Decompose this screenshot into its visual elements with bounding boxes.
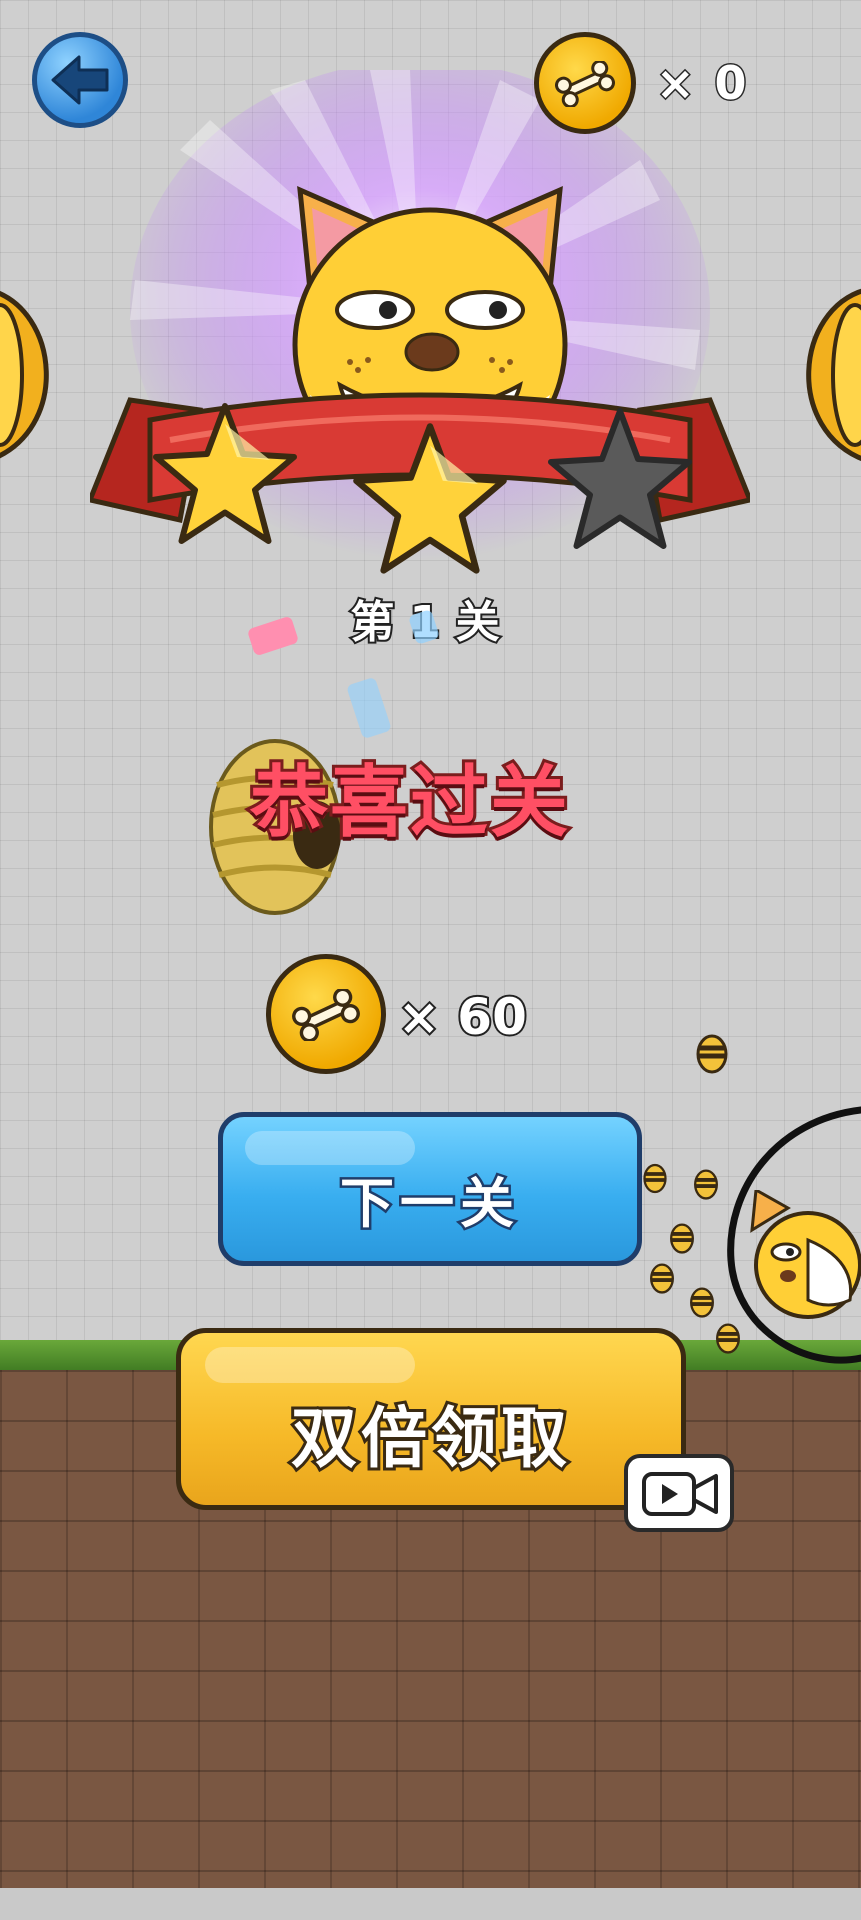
bottom-floor-strip xyxy=(0,1888,861,1920)
confetti-piece xyxy=(346,676,392,740)
bee-icon xyxy=(650,1263,674,1294)
bone-coin-icon xyxy=(534,32,636,134)
bone-coin-icon xyxy=(266,954,386,1074)
bee-icon xyxy=(696,1034,728,1074)
congrats-title: 恭喜过关 xyxy=(247,755,571,851)
double-reward-button[interactable]: 双倍领取 xyxy=(176,1328,686,1510)
coin-count-label: × 0 xyxy=(655,55,749,112)
star-filled-1 xyxy=(153,403,297,544)
right-horn-decoration xyxy=(806,288,861,461)
bee-icon xyxy=(643,1163,667,1194)
button-shine xyxy=(205,1347,415,1383)
video-camera-icon xyxy=(642,1472,718,1516)
double-reward-label: 双倍领取 xyxy=(288,1397,571,1480)
arrow-left-icon xyxy=(51,55,109,105)
star-filled-2 xyxy=(353,423,507,574)
back-button[interactable] xyxy=(32,32,128,128)
next-level-button[interactable]: 下一关 xyxy=(218,1112,642,1266)
video-ad-badge[interactable] xyxy=(624,1454,734,1532)
left-horn-decoration xyxy=(0,291,49,459)
reward-amount-label: × 60 xyxy=(396,986,529,1048)
bee-icon xyxy=(670,1223,694,1254)
dog-character-small xyxy=(750,1190,861,1319)
star-empty-3 xyxy=(548,408,692,549)
confetti-piece xyxy=(246,615,300,657)
next-level-label: 下一关 xyxy=(338,1170,520,1238)
